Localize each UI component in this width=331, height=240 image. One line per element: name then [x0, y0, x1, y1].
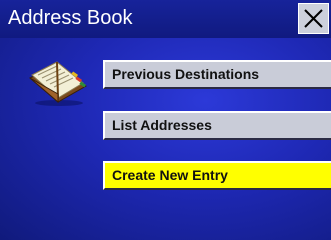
- page-title: Address Book: [8, 7, 133, 29]
- address-book-icon: [29, 61, 87, 106]
- create-new-entry-label: Create New Entry: [112, 167, 228, 183]
- list-addresses-button[interactable]: List Addresses: [103, 111, 331, 140]
- title-bar: Address Book: [0, 0, 331, 38]
- previous-destinations-label: Previous Destinations: [112, 66, 260, 82]
- close-icon: [304, 9, 323, 28]
- address-book-screen: Address Book Previous Destinations List …: [0, 0, 331, 240]
- create-new-entry-button[interactable]: Create New Entry: [103, 161, 331, 190]
- close-button[interactable]: [298, 3, 329, 34]
- previous-destinations-button[interactable]: Previous Destinations: [103, 60, 331, 89]
- list-addresses-label: List Addresses: [112, 117, 212, 133]
